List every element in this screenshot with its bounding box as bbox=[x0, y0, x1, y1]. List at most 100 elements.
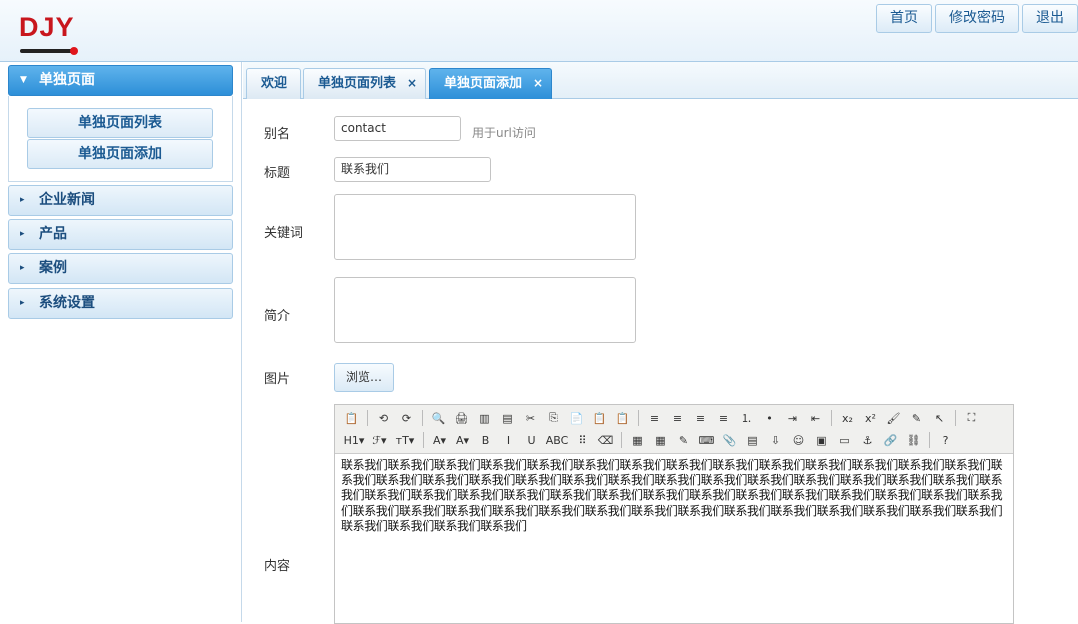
unlink-icon[interactable]: ⛓ bbox=[903, 430, 924, 450]
rich-text-editor[interactable]: 📋 ⟲ ⟳ 🔍 🖨 ▥ ▤ ✂ ⎘ 📄 📋 📋 ≡ ≡ ≡ ≡ ⒈ • ⇥ ⇤ x₂ x² 🖌 ✎ ↖ ⛶ H1▾ ℱ▾ ᴛT▾ A▾ A… bbox=[334, 404, 1014, 624]
logout-button[interactable]: 退出 bbox=[1022, 4, 1078, 33]
sidebar-group-label: 单独页面 bbox=[39, 72, 95, 88]
align-center-icon[interactable]: ≡ bbox=[667, 408, 688, 428]
map-icon[interactable]: ▣ bbox=[811, 430, 832, 450]
home-button[interactable]: 首页 bbox=[876, 4, 932, 33]
intro-label: 简介 bbox=[264, 309, 291, 324]
chevron-down-icon: ▼ bbox=[20, 75, 27, 85]
sidebar-group-news[interactable]: ▸ 企业新闻 bbox=[8, 185, 233, 216]
intro-textarea[interactable] bbox=[334, 277, 636, 343]
tab-page-list[interactable]: 单独页面列表 × bbox=[303, 68, 426, 99]
paste-word-icon[interactable]: 📋 bbox=[589, 408, 610, 428]
toolbar-separator bbox=[638, 410, 639, 426]
editor-toolbar: 📋 ⟲ ⟳ 🔍 🖨 ▥ ▤ ✂ ⎘ 📄 📋 📋 ≡ ≡ ≡ ≡ ⒈ • ⇥ ⇤ x₂ x² 🖌 ✎ ↖ ⛶ H1▾ ℱ▾ ᴛT▾ A▾ A… bbox=[335, 405, 1013, 454]
indent-icon[interactable]: ⇥ bbox=[782, 408, 803, 428]
browse-button[interactable]: 浏览… bbox=[334, 363, 394, 392]
sidebar-group-settings[interactable]: ▸ 系统设置 bbox=[8, 288, 233, 319]
toolbar-separator bbox=[423, 432, 424, 448]
alias-label: 别名 bbox=[264, 127, 291, 142]
title-input[interactable]: 联系我们 bbox=[334, 157, 491, 182]
anchor-icon[interactable]: ⚓ bbox=[857, 430, 878, 450]
sidebar-group-cases[interactable]: ▸ 案例 bbox=[8, 253, 233, 284]
preview-icon[interactable]: 🔍 bbox=[428, 408, 449, 428]
line-height-icon[interactable]: ⠿ bbox=[572, 430, 593, 450]
emoticon-icon[interactable]: ☺ bbox=[788, 430, 809, 450]
clear-format-icon[interactable]: 🖌 bbox=[883, 408, 904, 428]
ordered-list-icon[interactable]: ⒈ bbox=[736, 408, 757, 428]
tab-label: 单独页面添加 bbox=[444, 76, 523, 91]
form-content: 别名 contact 用于url访问 标题 联系我们 关键词 简介 图片 浏览…… bbox=[243, 100, 1078, 624]
toolbar-row-2: H1▾ ℱ▾ ᴛT▾ A▾ A▾ B I U ABC ⠿ ⌫ ▦ ▦ ✎ ⌨ 📎 ▤ ⇩ ☺ ▣ ▭ ⚓ 🔗 ⛓? bbox=[341, 430, 956, 450]
outdent-icon[interactable]: ⇤ bbox=[805, 408, 826, 428]
align-left-icon[interactable]: ≡ bbox=[644, 408, 665, 428]
close-icon[interactable]: × bbox=[407, 69, 417, 98]
strikethrough-icon[interactable]: ABC bbox=[544, 430, 570, 450]
tab-page-add[interactable]: 单独页面添加 × bbox=[429, 68, 552, 99]
tab-welcome[interactable]: 欢迎 bbox=[246, 68, 301, 99]
sidebar-group-label: 企业新闻 bbox=[39, 192, 95, 208]
flash-icon[interactable]: ✎ bbox=[673, 430, 694, 450]
keywords-textarea[interactable] bbox=[334, 194, 636, 260]
page-break-icon[interactable]: ▭ bbox=[834, 430, 855, 450]
cut-icon[interactable]: ✂ bbox=[520, 408, 541, 428]
eraser-icon[interactable]: ⌫ bbox=[595, 430, 616, 450]
font-size-icon[interactable]: ᴛT▾ bbox=[392, 430, 418, 450]
print-icon[interactable]: 🖨 bbox=[451, 408, 472, 428]
attachment-icon[interactable]: 📎 bbox=[719, 430, 740, 450]
sidebar-group-pages[interactable]: ▼ 单独页面 bbox=[8, 65, 233, 96]
chevron-right-icon: ▸ bbox=[20, 298, 25, 308]
fullscreen-icon[interactable]: ⛶ bbox=[961, 408, 982, 428]
font-family-icon[interactable]: ℱ▾ bbox=[369, 430, 390, 450]
image-icon[interactable]: ▦ bbox=[627, 430, 648, 450]
top-nav: 首页 修改密码 退出 bbox=[876, 4, 1078, 33]
keywords-label: 关键词 bbox=[264, 226, 304, 241]
toolbar-separator bbox=[831, 410, 832, 426]
heading-icon[interactable]: H1▾ bbox=[341, 430, 367, 450]
horizontal-line-icon[interactable]: ⇩ bbox=[765, 430, 786, 450]
alias-input[interactable]: contact bbox=[334, 116, 461, 141]
media-icon[interactable]: ⌨ bbox=[696, 430, 717, 450]
align-right-icon[interactable]: ≡ bbox=[690, 408, 711, 428]
top-header: DJY 首页 修改密码 退出 bbox=[0, 0, 1078, 62]
paste-text-icon[interactable]: 📄 bbox=[566, 408, 587, 428]
undo-icon[interactable]: ⟲ bbox=[373, 408, 394, 428]
align-justify-icon[interactable]: ≡ bbox=[713, 408, 734, 428]
font-color-icon[interactable]: A▾ bbox=[429, 430, 450, 450]
sidebar-group-products[interactable]: ▸ 产品 bbox=[8, 219, 233, 250]
template-icon[interactable]: ▥ bbox=[474, 408, 495, 428]
code-icon[interactable]: ▤ bbox=[497, 408, 518, 428]
redo-icon[interactable]: ⟳ bbox=[396, 408, 417, 428]
sidebar-group-label: 案例 bbox=[39, 260, 67, 276]
copy-icon[interactable]: ⎘ bbox=[543, 408, 564, 428]
toolbar-separator bbox=[955, 410, 956, 426]
paste-clean-icon[interactable]: 📋 bbox=[612, 408, 633, 428]
close-icon[interactable]: × bbox=[533, 69, 543, 98]
sidebar-item-page-add[interactable]: 单独页面添加 bbox=[27, 139, 213, 169]
italic-icon[interactable]: I bbox=[498, 430, 519, 450]
chevron-right-icon: ▸ bbox=[20, 263, 25, 273]
bold-icon[interactable]: B bbox=[475, 430, 496, 450]
link-icon[interactable]: 🔗 bbox=[880, 430, 901, 450]
superscript-icon[interactable]: x² bbox=[860, 408, 881, 428]
help-icon[interactable]: ? bbox=[935, 430, 956, 450]
sidebar-item-page-list[interactable]: 单独页面列表 bbox=[27, 108, 213, 138]
select-icon[interactable]: ↖ bbox=[929, 408, 950, 428]
paste-icon[interactable]: 📋 bbox=[341, 408, 362, 428]
tab-label: 单独页面列表 bbox=[318, 76, 397, 91]
subscript-icon[interactable]: x₂ bbox=[837, 408, 858, 428]
underline-icon[interactable]: U bbox=[521, 430, 542, 450]
logo: DJY bbox=[19, 12, 75, 42]
editor-content[interactable]: 联系我们联系我们联系我们联系我们联系我们联系我们联系我们联系我们联系我们联系我们… bbox=[335, 454, 1013, 538]
toolbar-separator bbox=[929, 432, 930, 448]
highlight-icon[interactable]: A▾ bbox=[452, 430, 473, 450]
sidebar-group-label: 系统设置 bbox=[39, 295, 95, 311]
multi-image-icon[interactable]: ▦ bbox=[650, 430, 671, 450]
sidebar-group-label: 产品 bbox=[39, 226, 67, 242]
logo-underline bbox=[20, 49, 72, 53]
chevron-right-icon: ▸ bbox=[20, 229, 25, 239]
table-icon[interactable]: ▤ bbox=[742, 430, 763, 450]
change-password-button[interactable]: 修改密码 bbox=[935, 4, 1019, 33]
select-all-icon[interactable]: ✎ bbox=[906, 408, 927, 428]
alias-hint: 用于url访问 bbox=[472, 126, 536, 140]
unordered-list-icon[interactable]: • bbox=[759, 408, 780, 428]
